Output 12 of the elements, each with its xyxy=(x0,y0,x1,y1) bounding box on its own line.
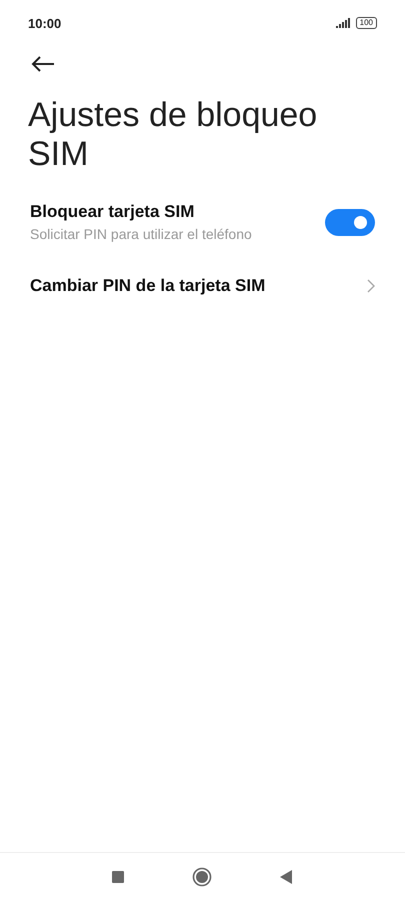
status-time: 10:00 xyxy=(28,16,62,30)
page-title: Ajustes de bloqueo SIM xyxy=(28,96,318,174)
chevron-right-icon xyxy=(367,279,375,293)
toggle-switch[interactable] xyxy=(325,208,375,236)
signal-icon xyxy=(336,18,350,28)
battery-level: 100 xyxy=(356,17,377,29)
back-arrow-icon[interactable] xyxy=(31,56,55,72)
back-icon[interactable] xyxy=(280,870,292,884)
setting-description: Solicitar PIN para utilizar el teléfono xyxy=(30,226,252,242)
setting-label[interactable]: Bloquear tarjeta SIM xyxy=(30,202,252,222)
home-icon[interactable] xyxy=(192,867,212,887)
setting-label[interactable]: Cambiar PIN de la tarjeta SIM xyxy=(30,276,266,296)
